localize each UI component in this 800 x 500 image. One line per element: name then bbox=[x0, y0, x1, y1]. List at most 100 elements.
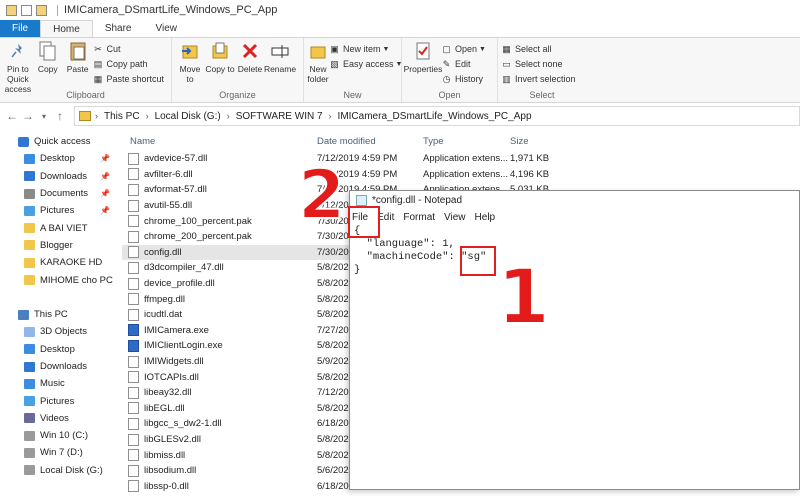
sidebar-item-label: Blogger bbox=[40, 239, 73, 251]
new-folder-quick-icon[interactable] bbox=[36, 4, 47, 16]
file-name: avutil-55.dll bbox=[144, 200, 193, 212]
dll-file-icon bbox=[128, 417, 139, 430]
paste-shortcut-button[interactable]: ▦ Paste shortcut bbox=[92, 72, 164, 86]
drive-icon bbox=[24, 465, 35, 476]
folder-icon bbox=[79, 111, 91, 121]
column-header-size[interactable]: Size bbox=[510, 136, 528, 147]
sidebar-item[interactable]: Desktop bbox=[0, 341, 118, 358]
back-arrow-icon[interactable]: ← bbox=[4, 109, 20, 123]
sidebar-item[interactable]: 3D Objects bbox=[0, 323, 118, 340]
sidebar-item[interactable]: Desktop 📌 bbox=[0, 150, 118, 167]
document-icon bbox=[24, 188, 35, 199]
chevron-down-icon: ▼ bbox=[479, 45, 486, 53]
file-name: IMIWidgets.dll bbox=[144, 356, 204, 368]
column-header-type[interactable]: Type bbox=[423, 136, 444, 147]
breadcrumb-current-folder[interactable]: IMICamera_DSmartLife_Windows_PC_App bbox=[338, 111, 532, 122]
dll-file-icon bbox=[128, 449, 139, 462]
dll-file-icon bbox=[128, 199, 139, 212]
history-button[interactable]: ◷ History bbox=[441, 72, 486, 86]
move-to-icon bbox=[179, 40, 201, 62]
file-row[interactable]: avdevice-57.dll 7/12/2019 4:59 PM Applicat… bbox=[122, 151, 712, 167]
move-to-label: Move to bbox=[179, 64, 201, 84]
file-size: 4,196 KB bbox=[510, 168, 550, 180]
file-row[interactable]: avfilter-6.dll 7/12/2019 4:59 PM Applicati… bbox=[122, 167, 712, 183]
easy-access-button[interactable]: ▧ Easy access ▼ bbox=[329, 57, 402, 71]
column-header-name[interactable]: Name bbox=[130, 136, 155, 147]
breadcrumb-this-pc[interactable]: This PC bbox=[104, 111, 140, 122]
open-label: Open bbox=[455, 44, 478, 54]
pc-icon bbox=[18, 309, 29, 320]
notepad-text-area[interactable]: { "language": 1, "machineCode": "sg" } bbox=[350, 225, 799, 277]
easy-access-icon: ▧ bbox=[330, 58, 339, 69]
new-item-icon: ▣ bbox=[330, 43, 339, 54]
dll-file-icon bbox=[128, 355, 139, 368]
open-group: Properties ▢ Open ▼ ✎ Edit ◷ History Open bbox=[402, 38, 498, 102]
file-date: 6/18/20 bbox=[317, 480, 349, 492]
exe-file-icon bbox=[128, 339, 139, 352]
history-label: History bbox=[455, 74, 484, 84]
star-icon bbox=[18, 136, 29, 147]
delete-label: Delete bbox=[237, 64, 263, 74]
dll-file-icon bbox=[128, 183, 139, 196]
tab-share[interactable]: Share bbox=[93, 20, 144, 37]
history-icon: ◷ bbox=[442, 73, 451, 84]
open-button[interactable]: ▢ Open ▼ bbox=[441, 42, 486, 56]
sidebar-item[interactable]: Win 10 (C:) bbox=[0, 427, 118, 444]
file-name: libssp-0.dll bbox=[144, 480, 189, 492]
tab-file[interactable]: File bbox=[0, 20, 41, 37]
tab-home[interactable]: Home bbox=[40, 20, 93, 37]
new-group: New folder ▣ New item ▼ ▧ Easy access ▼ New bbox=[304, 38, 402, 102]
sidebar-item[interactable]: Music bbox=[0, 375, 118, 392]
edit-button[interactable]: ✎ Edit bbox=[441, 57, 486, 71]
sidebar-item-label: Win 7 (D:) bbox=[40, 447, 83, 459]
invert-selection-button[interactable]: ▥ Invert selection bbox=[501, 72, 575, 86]
sidebar-item[interactable]: Videos bbox=[0, 410, 118, 427]
menu-help[interactable]: Help bbox=[475, 212, 496, 223]
picture-icon bbox=[24, 396, 35, 407]
copy-path-button[interactable]: ▤ Copy path bbox=[92, 57, 164, 71]
menu-view[interactable]: View bbox=[444, 212, 466, 223]
invert-selection-icon: ▥ bbox=[502, 73, 511, 84]
new-folder-label: New folder bbox=[307, 64, 329, 84]
copy-to-label: Copy to bbox=[205, 64, 235, 74]
sidebar-item[interactable]: Downloads 📌 bbox=[0, 168, 118, 185]
sidebar-item[interactable]: Documents 📌 bbox=[0, 185, 118, 202]
exe-file-icon bbox=[128, 324, 139, 337]
sidebar-item[interactable]: MIHOME cho PC bbox=[0, 271, 118, 288]
tab-view[interactable]: View bbox=[144, 20, 190, 37]
download-icon bbox=[24, 361, 35, 372]
window-titlebar: IMICamera_DSmartLife_Windows_PC_App bbox=[0, 0, 800, 20]
sidebar-item[interactable]: Win 7 (D:) bbox=[0, 444, 118, 461]
paste-shortcut-label: Paste shortcut bbox=[106, 74, 165, 84]
column-header-date[interactable]: Date modified bbox=[317, 136, 376, 147]
sidebar-item[interactable]: Pictures bbox=[0, 392, 118, 409]
sidebar-item[interactable]: Blogger bbox=[0, 237, 118, 254]
file-name: libgcc_s_dw2-1.dll bbox=[144, 418, 222, 430]
sidebar-item[interactable]: A BAI VIET bbox=[0, 219, 118, 236]
address-bar[interactable]: › This PC › Local Disk (G:) › SOFTWARE W… bbox=[74, 106, 800, 126]
forward-arrow-icon[interactable]: → bbox=[20, 109, 36, 123]
sidebar-item[interactable]: Pictures 📌 bbox=[0, 202, 118, 219]
breadcrumb-software-win7[interactable]: SOFTWARE WIN 7 bbox=[236, 111, 323, 122]
recent-dropdown-icon[interactable]: ▾ bbox=[36, 112, 52, 121]
new-item-button[interactable]: ▣ New item ▼ bbox=[329, 42, 402, 56]
file-name: chrome_100_percent.pak bbox=[144, 215, 252, 227]
properties-label: Properties bbox=[403, 64, 443, 74]
breadcrumb-local-disk[interactable]: Local Disk (G:) bbox=[155, 111, 221, 122]
drive-icon bbox=[24, 430, 35, 441]
dll-file-icon bbox=[128, 246, 139, 259]
select-all-button[interactable]: ▦ Select all bbox=[501, 42, 576, 56]
sidebar-item[interactable]: Local Disk (G:) bbox=[0, 462, 118, 479]
sidebar-item[interactable]: This PC bbox=[0, 306, 118, 323]
sidebar-item[interactable]: Downloads bbox=[0, 358, 118, 375]
sidebar-item[interactable]: Quick access bbox=[0, 133, 118, 150]
select-none-button[interactable]: ▭ Select none bbox=[501, 57, 576, 71]
properties-quick-icon[interactable] bbox=[21, 4, 32, 16]
up-arrow-icon[interactable]: ↑ bbox=[52, 109, 68, 123]
sidebar-item[interactable]: KARAOKE HD bbox=[0, 254, 118, 271]
menu-format[interactable]: Format bbox=[403, 212, 435, 223]
cut-button[interactable]: ✂ Cut bbox=[92, 42, 164, 56]
chevron-right-icon: › bbox=[145, 111, 149, 121]
sidebar-item-label: Pictures bbox=[40, 395, 75, 407]
dll-file-icon bbox=[128, 433, 139, 446]
